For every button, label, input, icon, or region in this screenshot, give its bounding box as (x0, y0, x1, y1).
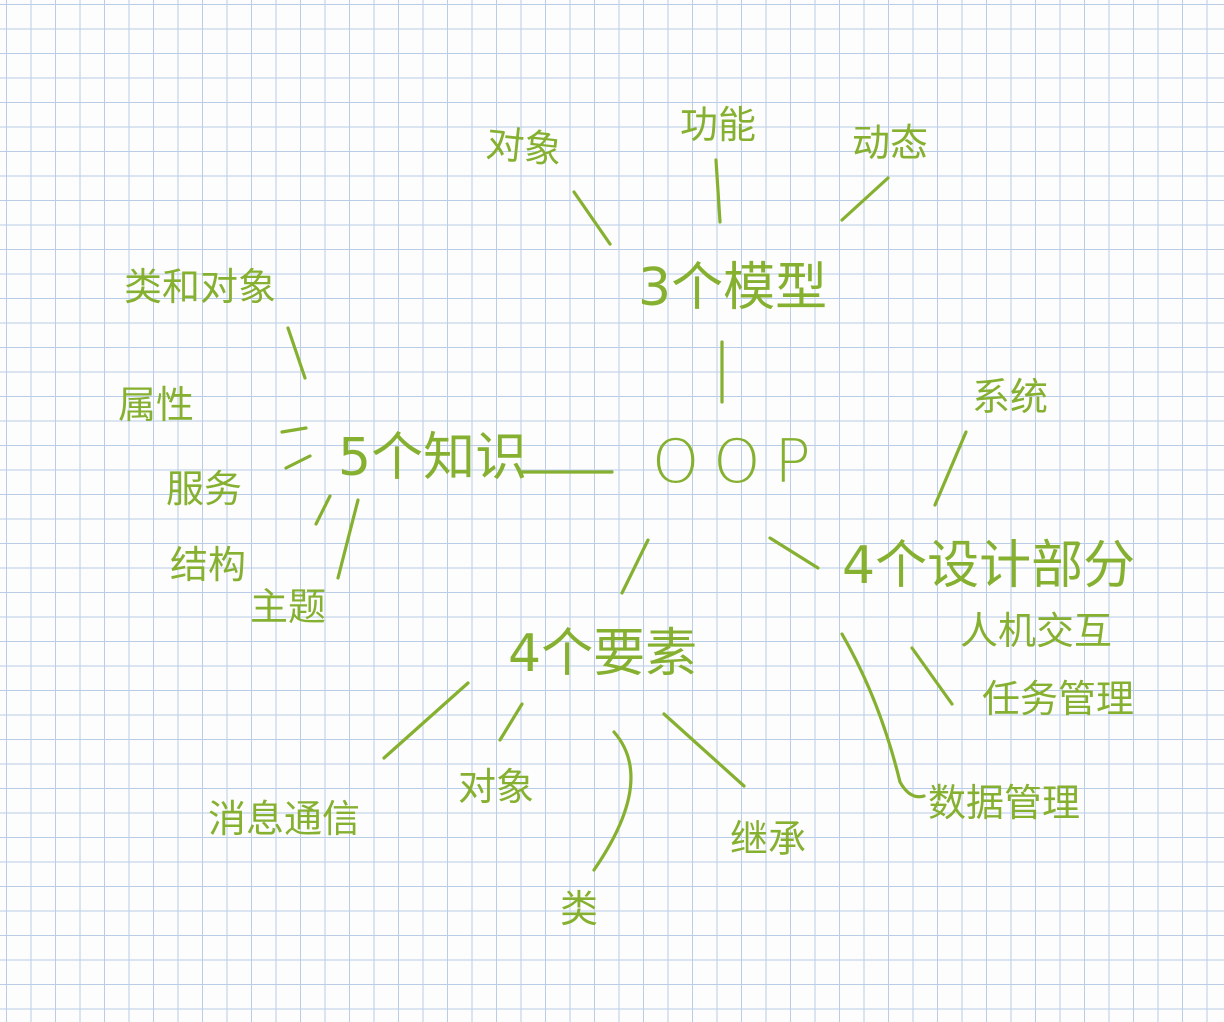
connector-oop-design (768, 536, 820, 570)
elements-child-class: 类 (560, 887, 599, 931)
connector-models-dynamic (840, 176, 890, 222)
connector-knowledge-class (286, 326, 307, 380)
knowledge-child-structure: 结构 (170, 543, 247, 587)
connector-design-data (840, 632, 926, 799)
models-child-function: 功能 (680, 103, 757, 147)
hub-elements: 4个要素 (508, 624, 698, 684)
connector-elements-object (498, 702, 524, 742)
connector-models-object (572, 190, 612, 246)
connector-knowledge-attr-b (284, 454, 312, 470)
design-child-task-management: 任务管理 (982, 677, 1135, 721)
center-node-oop: OOP (652, 427, 825, 497)
connector-models-function (714, 158, 722, 224)
hub-design: 4个设计部分 (842, 536, 1136, 596)
design-child-hci: 人机交互 (960, 609, 1113, 653)
elements-child-message: 消息通信 (208, 797, 361, 841)
connector-design-hci (910, 646, 954, 706)
hub-knowledge: 5个知识 (338, 428, 528, 488)
connector-elements-message (382, 681, 470, 760)
models-child-object: 对象 (483, 121, 565, 173)
elements-child-object: 对象 (458, 765, 535, 809)
connector-elements-inherit (662, 712, 746, 788)
connector-elements-class (592, 730, 633, 872)
knowledge-child-service: 服务 (166, 467, 243, 511)
knowledge-child-topic: 主题 (250, 585, 327, 629)
design-child-system: 系统 (972, 375, 1049, 419)
knowledge-child-class-object: 类和对象 (124, 265, 277, 309)
models-child-dynamic: 动态 (852, 121, 929, 165)
connector-design-system (933, 430, 968, 507)
design-child-data-management: 数据管理 (928, 781, 1081, 825)
connector-oop-elements (620, 538, 650, 595)
connector-knowledge-attr-a (280, 426, 308, 434)
connector-knowledge-topic (336, 498, 360, 580)
hub-models: 3个模型 (638, 258, 828, 318)
connector-strokes (280, 158, 968, 872)
knowledge-child-attribute: 属性 (118, 383, 195, 427)
elements-child-inherit: 继承 (730, 817, 807, 861)
mind-map-canvas: OOP 3个模型 对象 功能 动态 5个知识 类和对象 属性 服务 结构 主题 … (0, 0, 1224, 1022)
connector-knowledge-service (314, 494, 332, 526)
